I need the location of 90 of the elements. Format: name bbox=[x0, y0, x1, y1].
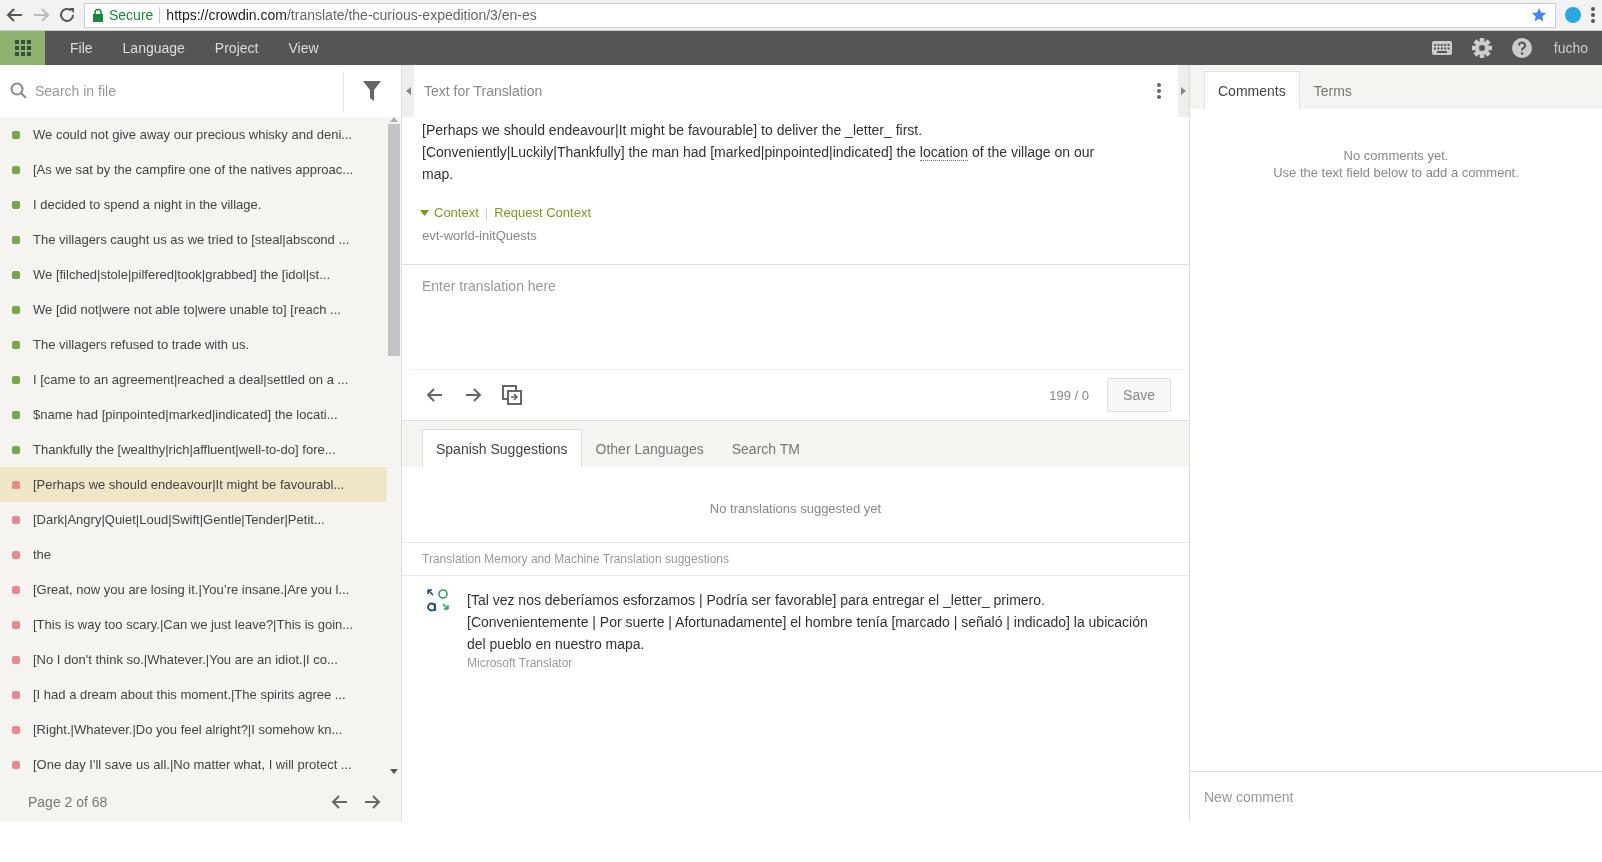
collapse-left-button[interactable] bbox=[402, 65, 414, 117]
string-row[interactable]: [One day I'll save us all.|No matter what, I will protect ... bbox=[0, 747, 387, 782]
glossary-term[interactable]: location bbox=[919, 144, 969, 161]
empty-suggestions-text: No translations suggested yet bbox=[402, 467, 1189, 543]
panel-title: Text for Translation bbox=[424, 83, 544, 99]
username[interactable]: fucho bbox=[1541, 40, 1602, 56]
address-field[interactable]: Secure https://crowdin.com/translate/the-curious-expedition/3/en-es bbox=[84, 2, 1556, 28]
string-text: We could not give away our precious whisky and deni... bbox=[33, 127, 353, 142]
back-icon[interactable] bbox=[6, 6, 24, 24]
filter-icon bbox=[363, 81, 381, 101]
star-icon[interactable] bbox=[1531, 7, 1547, 23]
page-indicator: Page 2 of 68 bbox=[28, 794, 109, 810]
empty-comments-text: No comments yet. bbox=[1343, 147, 1449, 164]
string-row[interactable]: [As we sat by the campfire one of the natives approac... bbox=[0, 152, 387, 187]
reload-icon[interactable] bbox=[58, 6, 76, 24]
string-row[interactable]: [Perhaps we should endeavour|It might be favourabl... bbox=[0, 467, 387, 502]
string-text: We [did not|were not able to|were unable to] [reach ... bbox=[33, 302, 341, 317]
link-separator: | bbox=[484, 205, 489, 220]
string-row[interactable]: [Right.|Whatever.|Do you feel alright?|I somehow kn... bbox=[0, 712, 387, 747]
string-row[interactable]: Thankfully the [wealthy|rich|affluent|well-to-do] fore... bbox=[0, 432, 387, 467]
string-row[interactable]: the bbox=[0, 537, 387, 572]
source-text: [Perhaps we should endeavour|It might be favourable] to deliver the _letter_ first. [Conveniently|Luckily|Thankfully] the man had [marked|pinpointed|indicated] the location of the village on our map. bbox=[421, 121, 1096, 184]
suggestion-source: Microsoft Translator bbox=[467, 656, 574, 670]
string-text: I [came to an agreement|reached a deal|settled on a ... bbox=[33, 372, 349, 387]
character-counter: 199 / 0 bbox=[1049, 387, 1090, 403]
next-string-icon[interactable] bbox=[464, 386, 482, 404]
suggestion-text[interactable]: [Tal vez nos deberíamos esforzamos | Podría ser favorable] para entregar el _letter_ primero. [Convenientemente | Por suerte | Afortunadamente] el hombre tenía [marcado | señaló | indicado] la ubicación del pueblo en nuestro mapa. bbox=[467, 589, 1169, 655]
next-page-icon[interactable] bbox=[363, 793, 381, 811]
string-row[interactable]: [Dark|Angry|Quiet|Loud|Swift|Gentle|Tender|Petit... bbox=[0, 502, 387, 537]
apps-menu-button[interactable] bbox=[0, 31, 45, 65]
string-row[interactable]: We [did not|were not able to|were unable to] [reach ... bbox=[0, 292, 387, 327]
menu-item[interactable]: Project bbox=[199, 40, 274, 56]
string-text: [I had a dream about this moment.|The spirits agree ... bbox=[33, 687, 346, 702]
string-row[interactable]: [No I don't think so.|Whatever.|You are an idiot.|I co... bbox=[0, 642, 387, 677]
scroll-down-icon bbox=[390, 769, 398, 774]
string-row[interactable]: The villagers refused to trade with us. bbox=[0, 327, 387, 362]
caret-left-icon bbox=[405, 87, 411, 95]
string-text: The villagers refused to trade with us. bbox=[33, 337, 250, 352]
string-text: [One day I'll save us all.|No matter what, I will protect ... bbox=[33, 757, 352, 772]
string-row[interactable]: I [came to an agreement|reached a deal|settled on a ... bbox=[0, 362, 387, 397]
more-icon[interactable] bbox=[1590, 6, 1596, 24]
string-text: We [filched|stole|pilfered|took|grabbed] the [idol|st... bbox=[33, 267, 331, 282]
string-text: I decided to spend a night in the village. bbox=[33, 197, 262, 212]
string-text: [Great, now you are losing it.|You’re insane.|Are you l... bbox=[33, 582, 350, 597]
menu-item[interactable]: View bbox=[273, 40, 334, 56]
keyboard-icon[interactable] bbox=[1431, 41, 1452, 55]
string-text: [Right.|Whatever.|Do you feel alright?|I somehow kn... bbox=[33, 722, 343, 737]
suggestion-tab[interactable]: Spanish Suggestions bbox=[422, 429, 582, 467]
suggestion-tab[interactable]: Search TM bbox=[717, 429, 814, 467]
string-row[interactable]: [I had a dream about this moment.|The spirits agree ... bbox=[0, 677, 387, 712]
string-text: $name had [pinpointed|marked|indicated] the locati... bbox=[33, 407, 338, 422]
string-row[interactable]: The villagers caught us as we tried to [steal|abscond ... bbox=[0, 222, 387, 257]
string-text: [As we sat by the campfire one of the natives approac... bbox=[33, 162, 354, 177]
string-text: the bbox=[33, 547, 52, 562]
string-row[interactable]: [Great, now you are losing it.|You’re insane.|Are you l... bbox=[0, 572, 387, 607]
filter-button[interactable] bbox=[343, 65, 401, 117]
string-text: The villagers caught us as we tried to [steal|abscond ... bbox=[33, 232, 350, 247]
collapse-right-button[interactable] bbox=[1178, 65, 1189, 117]
string-text: [Perhaps we should endeavour|It might be favourabl... bbox=[33, 477, 345, 492]
menu-item[interactable]: Language bbox=[107, 40, 200, 56]
grid-icon bbox=[14, 40, 31, 56]
empty-comments-text: Use the text field below to add a comment. bbox=[1273, 164, 1519, 181]
string-text: [This is way too scary.|Can we just leave?|This is goin... bbox=[33, 617, 354, 632]
caret-right-icon bbox=[1181, 87, 1186, 95]
settings-icon[interactable] bbox=[1471, 38, 1492, 58]
string-text: [Dark|Angry|Quiet|Loud|Swift|Gentle|Tender|Petit... bbox=[33, 512, 325, 527]
security-label: Secure bbox=[109, 7, 154, 23]
url-text: https://crowdin.com/translate/the-curious-expedition/3/en-es bbox=[166, 7, 537, 23]
string-text: [No I don't think so.|Whatever.|You are an idiot.|I co... bbox=[33, 652, 338, 667]
more-icon[interactable] bbox=[1157, 83, 1161, 99]
panel-tab[interactable]: Terms bbox=[1299, 71, 1366, 109]
previous-string-icon[interactable] bbox=[426, 386, 444, 404]
string-text: Thankfully the [wealthy|rich|affluent|well-to-do] fore... bbox=[33, 442, 336, 457]
lock-icon bbox=[93, 8, 103, 22]
help-icon[interactable] bbox=[1511, 38, 1532, 58]
context-key: evt-world-initQuests bbox=[402, 220, 1189, 243]
search-field[interactable]: Search in file bbox=[0, 65, 343, 117]
menu-item[interactable]: File bbox=[55, 40, 108, 56]
string-row[interactable]: I decided to spend a night in the village. bbox=[0, 187, 387, 222]
suggestion-tab[interactable]: Other Languages bbox=[581, 429, 718, 467]
section-heading: Translation Memory and Machine Translation suggestions bbox=[402, 543, 1189, 576]
panel-tab[interactable]: Comments bbox=[1204, 71, 1300, 109]
copy-source-icon[interactable] bbox=[502, 385, 522, 405]
search-icon bbox=[10, 82, 27, 99]
translate-icon bbox=[427, 589, 449, 613]
previous-page-icon[interactable] bbox=[331, 793, 349, 811]
string-row[interactable]: [This is way too scary.|Can we just leave?|This is goin... bbox=[0, 607, 387, 642]
string-row[interactable]: We could not give away our precious whisky and deni... bbox=[0, 117, 387, 152]
string-row[interactable]: We [filched|stole|pilfered|took|grabbed] the [idol|st... bbox=[0, 257, 387, 292]
string-row[interactable]: $name had [pinpointed|marked|indicated] the locati... bbox=[0, 397, 387, 432]
